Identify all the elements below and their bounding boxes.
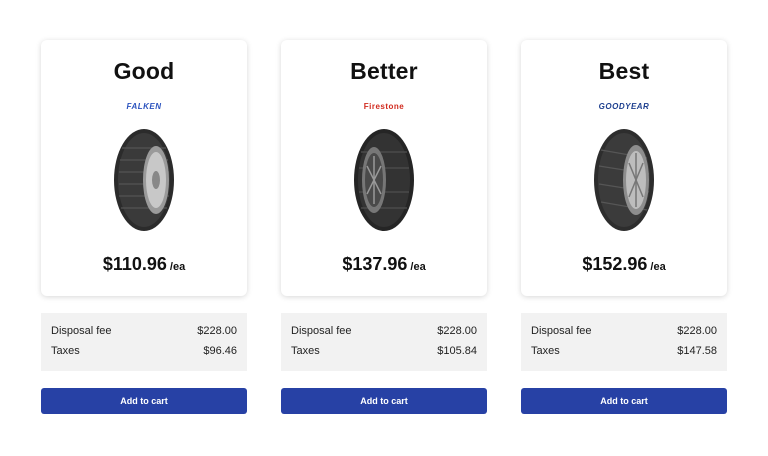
price: $110.96/ea: [41, 254, 247, 275]
brand-logo-goodyear: GOODYEAR: [598, 102, 650, 111]
fee-value: $228.00: [677, 325, 717, 337]
fee-row-disposal: Disposal fee $228.00: [51, 323, 237, 343]
price-unit: /ea: [169, 261, 186, 273]
fee-value: $105.84: [437, 345, 477, 357]
fee-value: $228.00: [437, 325, 477, 337]
tier-title: Good: [113, 58, 175, 84]
product-column-good: Good FALKEN $110.96/ea Disposal fee $228…: [41, 40, 247, 414]
price: $152.96/ea: [521, 254, 727, 275]
tire-image: [114, 129, 174, 231]
price: $137.96/ea: [281, 254, 487, 275]
fee-row-taxes: Taxes $96.46: [51, 343, 237, 363]
price-amount: $137.96: [342, 254, 408, 274]
fee-label: Taxes: [51, 345, 80, 357]
add-to-cart-button[interactable]: Add to cart: [281, 388, 487, 414]
fee-row-disposal: Disposal fee $228.00: [291, 323, 477, 343]
product-column-best: Best GOODYEAR $152.96/ea Disposal fee $2…: [521, 40, 727, 414]
brand-logo-falken: FALKEN: [126, 102, 162, 111]
add-to-cart-button[interactable]: Add to cart: [521, 388, 727, 414]
fee-label: Disposal fee: [291, 325, 352, 337]
fees-panel: Disposal fee $228.00 Taxes $105.84: [281, 313, 487, 371]
fee-label: Disposal fee: [51, 325, 112, 337]
price-unit: /ea: [650, 261, 666, 273]
fee-value: $96.46: [203, 345, 237, 357]
fee-row-taxes: Taxes $105.84: [291, 343, 477, 363]
tire-image: [354, 129, 414, 231]
price-amount: $152.96: [582, 254, 648, 274]
product-column-better: Better Firestone $137.96/ea Disposal fee…: [281, 40, 487, 414]
fees-panel: Disposal fee $228.00 Taxes $96.46: [41, 313, 247, 371]
fees-panel: Disposal fee $228.00 Taxes $147.58: [521, 313, 727, 371]
fee-value: $147.58: [677, 345, 717, 357]
add-to-cart-button[interactable]: Add to cart: [41, 388, 247, 414]
tire-image: [594, 129, 654, 231]
tier-title: Better: [350, 58, 418, 84]
fee-row-disposal: Disposal fee $228.00: [531, 323, 717, 343]
fee-row-taxes: Taxes $147.58: [531, 343, 717, 363]
price-unit: /ea: [410, 261, 426, 273]
fee-label: Taxes: [531, 345, 560, 357]
product-card[interactable]: Better Firestone $137.96/ea: [281, 40, 487, 296]
product-card[interactable]: Best GOODYEAR $152.96/ea: [521, 40, 727, 296]
product-card[interactable]: Good FALKEN $110.96/ea: [41, 40, 247, 296]
brand-logo-firestone: Firestone: [363, 102, 405, 111]
price-amount: $110.96: [102, 254, 167, 274]
fee-label: Taxes: [291, 345, 320, 357]
fee-label: Disposal fee: [531, 325, 592, 337]
fee-value: $228.00: [197, 325, 237, 337]
tier-title: Best: [598, 58, 650, 84]
tire-comparison: Good FALKEN $110.96/ea Disposal fee $228…: [0, 0, 768, 456]
